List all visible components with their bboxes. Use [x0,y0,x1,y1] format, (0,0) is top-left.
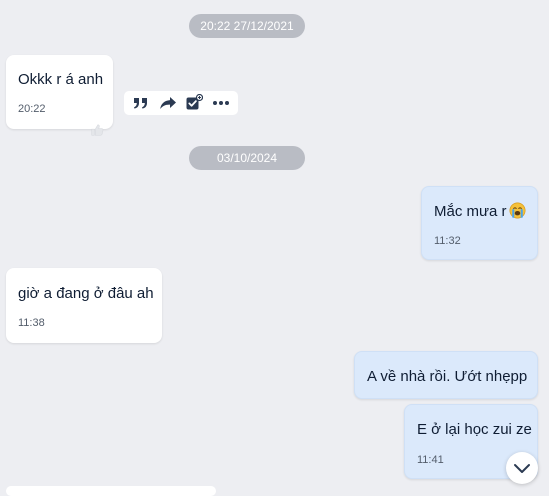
date-separator: 03/10/2024 [189,146,305,170]
message-text: Okkk r á anh [18,71,104,88]
quote-icon[interactable] [130,92,152,114]
forward-icon[interactable] [157,92,179,114]
message-text: A về nhà rồi. Ướt nhẹpp [367,368,528,385]
message-bubble-incoming[interactable]: Okkk r á anh 20:22 [6,55,113,129]
message-time: 20:22 [18,103,46,115]
message-text-content: Mắc mưa r [434,203,507,220]
thumbs-up-icon[interactable] [90,123,104,137]
message-bubble-outgoing[interactable]: A về nhà rồi. Ướt nhẹpp [354,351,538,399]
message-text: E ở lại học zui ze [417,421,532,438]
message-time: 11:38 [18,317,45,329]
message-time: 11:32 [434,235,461,247]
scroll-to-bottom-button[interactable] [506,452,538,484]
crying-face-icon [509,202,526,219]
add-task-icon[interactable] [183,92,205,114]
more-icon[interactable] [210,92,232,114]
message-action-toolbar [124,91,238,115]
message-bubble-incoming[interactable]: giờ a đang ở đâu ah 11:38 [6,268,162,343]
message-text: giờ a đang ở đâu ah [18,285,154,302]
chevron-down-icon [514,464,530,473]
date-separator: 20:22 27/12/2021 [189,14,305,38]
message-bubble-outgoing[interactable]: Mắc mưa r 11:32 [421,186,538,260]
chat-thread: 20:22 27/12/2021 Okkk r á anh 20:22 03/1… [0,0,549,496]
message-text: Mắc mưa r [434,202,526,220]
message-time: 11:41 [417,454,444,466]
message-bubble-incoming-partial [6,486,216,496]
